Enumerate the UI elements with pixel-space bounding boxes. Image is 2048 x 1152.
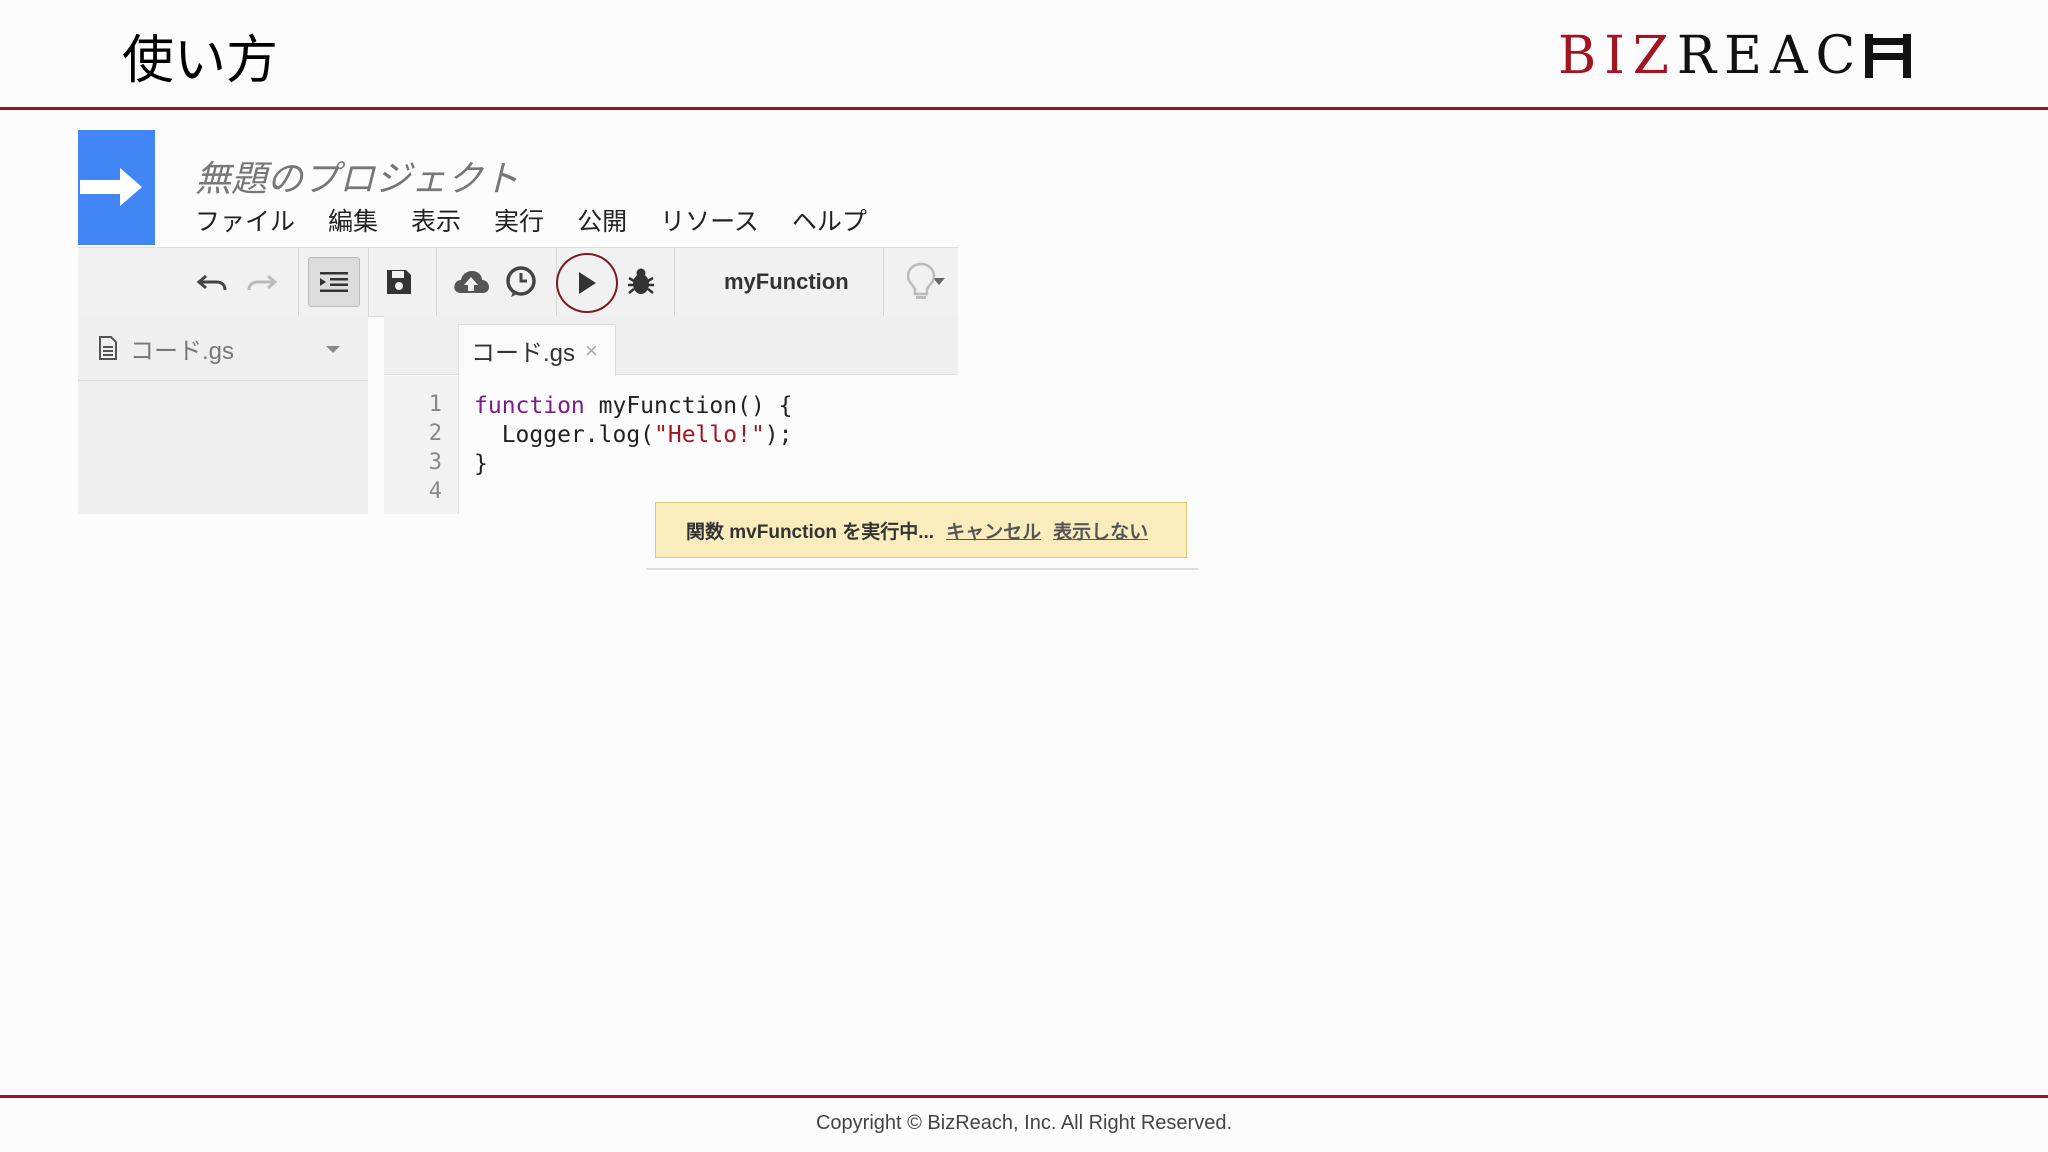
deploy-button[interactable]: [448, 248, 494, 316]
code-editor[interactable]: function myFunction() { Logger.log("Hell…: [474, 392, 793, 479]
bug-icon: [628, 268, 654, 294]
run-icon: [579, 272, 596, 294]
save-icon: [387, 270, 411, 294]
menu-view[interactable]: 表示: [411, 202, 461, 238]
toolbar: myFunction: [78, 247, 958, 317]
indent-icon: [320, 272, 348, 292]
indent-button[interactable]: [308, 257, 360, 307]
toast-dismiss-link[interactable]: 表示しない: [1053, 517, 1148, 544]
redo-button[interactable]: [240, 248, 284, 316]
menu-help[interactable]: ヘルプ: [792, 202, 867, 238]
project-title[interactable]: 無題のプロジェクト: [195, 150, 519, 202]
line-number: 4: [428, 479, 442, 504]
file-sidebar: コード.gs: [78, 316, 368, 514]
lightbulb-icon: [906, 262, 936, 299]
function-select-value: myFunction: [724, 269, 849, 294]
code-keyword: function: [474, 393, 585, 419]
undo-icon: [196, 274, 227, 291]
menu-file[interactable]: ファイル: [195, 202, 295, 238]
triggers-button[interactable]: [498, 248, 544, 316]
arrow-icon: [80, 168, 142, 206]
code-string: "Hello!": [654, 422, 765, 448]
line-number-gutter: 1 2 3 4: [384, 376, 459, 514]
menu-run[interactable]: 実行: [494, 202, 544, 238]
code-line: function myFunction() {: [474, 392, 793, 421]
tab-code-gs[interactable]: コード.gs ×: [458, 324, 616, 376]
logo-h-mark: [1865, 34, 1915, 78]
logo-biz: BIZ: [1558, 26, 1677, 86]
sidebar-file-name: コード.gs: [130, 337, 235, 365]
execution-toast: 関数 mvFunction を実行中... キャンセル 表示しない: [655, 502, 1187, 558]
header-rule: [0, 107, 2048, 110]
debug-button[interactable]: [618, 248, 664, 316]
file-icon: [99, 336, 117, 360]
menu-publish[interactable]: 公開: [577, 202, 627, 238]
toast-shadow: [646, 568, 1198, 570]
menu-bar: ファイル 編集 表示 実行 公開 リソース ヘルプ: [195, 202, 867, 238]
save-button[interactable]: [374, 248, 424, 316]
code-text: );: [764, 422, 793, 448]
footer-rule: [0, 1095, 2048, 1098]
code-text: Logger.log(: [474, 422, 655, 448]
toast-cancel-link[interactable]: キャンセル: [946, 517, 1041, 544]
close-icon[interactable]: ×: [585, 338, 598, 364]
toast-message: 関数 mvFunction を実行中...: [686, 521, 935, 543]
code-text: myFunction() {: [584, 393, 793, 419]
tab-strip: コード.gs ×: [384, 316, 958, 376]
copyright-footer: Copyright © BizReach, Inc. All Right Res…: [815, 1112, 1233, 1134]
clock-icon: [506, 266, 536, 297]
menu-resources[interactable]: リソース: [660, 202, 759, 238]
code-line: }: [474, 450, 793, 479]
lightbulb-button[interactable]: [886, 248, 956, 316]
line-number: 3: [428, 450, 442, 475]
cloud-upload-icon: [454, 271, 489, 293]
bizreach-logo: BIZ REAC: [1558, 26, 1915, 86]
code-text: }: [474, 451, 488, 477]
slide-title: 使い方: [122, 31, 279, 91]
tab-label: コード.gs: [471, 340, 576, 367]
run-button[interactable]: [556, 253, 618, 313]
menu-edit[interactable]: 編集: [328, 202, 378, 238]
line-number: 1: [428, 392, 442, 417]
undo-button[interactable]: [190, 248, 234, 316]
line-number: 2: [428, 421, 442, 446]
redo-icon: [247, 274, 278, 291]
apps-script-logo[interactable]: [78, 130, 155, 245]
logo-reach: REAC: [1676, 26, 1864, 86]
sidebar-file-item[interactable]: コード.gs: [78, 316, 368, 381]
chevron-down-icon[interactable]: [326, 346, 340, 353]
code-line: Logger.log("Hello!");: [474, 421, 793, 450]
